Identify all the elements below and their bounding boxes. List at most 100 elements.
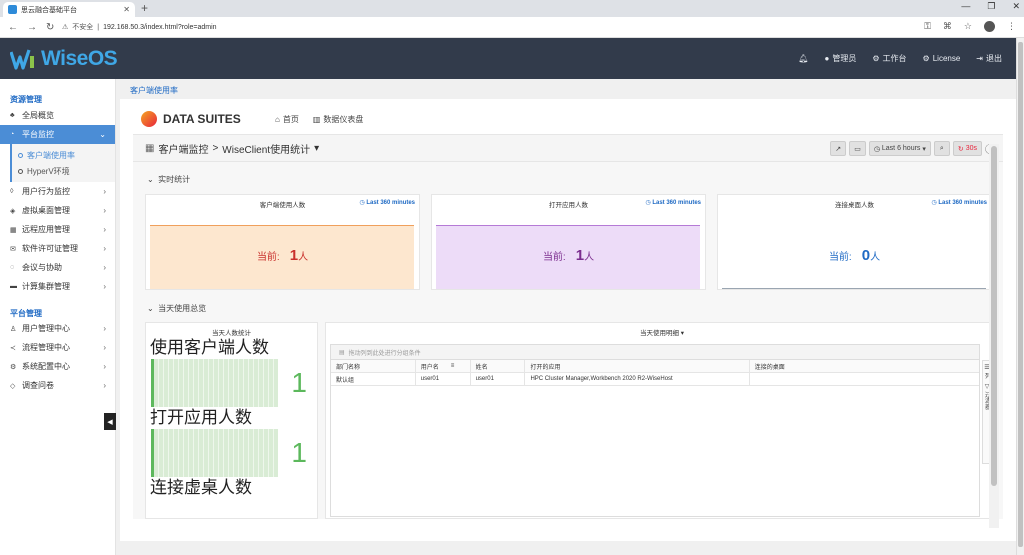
stat-panel-client-users: 客户端使用人数 ◷ Last 360 minutes 当前: 1人 [145, 194, 420, 290]
minimize-icon[interactable]: — [961, 1, 970, 12]
page-scrollbar-thumb[interactable] [1018, 42, 1023, 547]
table-cell [750, 373, 979, 385]
nav-home[interactable]: ⌂ 首页 [275, 114, 299, 125]
column-header[interactable]: 打开的应用 [525, 360, 750, 372]
stat-panel-app-users: 打开应用人数 ◷ Last 360 minutes 当前: 1人 [431, 194, 706, 290]
row-today[interactable]: ⌄ 当天使用总览 [147, 303, 206, 314]
menu-workbench[interactable]: ⚙ 工作台 [872, 53, 906, 64]
sidebar-item-license[interactable]: ✉ 软件许可证管理 › [0, 239, 115, 258]
new-tab-button[interactable]: + [141, 1, 148, 15]
today-counts-panel: 当天人数统计 使用客户端人数 1 打开应用人数 1 连接虚桌人数 [145, 322, 318, 519]
data-suites-logo-icon [141, 111, 157, 127]
chevron-right-icon: › [103, 362, 106, 371]
sidebar-sub-client-usage[interactable]: 客户端使用率 [12, 147, 115, 163]
stat-range[interactable]: ◷ Last 360 minutes [359, 199, 415, 206]
key-icon[interactable]: ⚿ [924, 21, 931, 32]
dashboard-scrollbar-thumb[interactable] [991, 146, 997, 486]
count-bar-client: 1 [151, 359, 317, 407]
sidebar-item-flow-center[interactable]: ≺ 流程管理中心 › [0, 338, 115, 357]
menu-admin[interactable]: ● 管理员 [825, 53, 857, 64]
restore-icon[interactable]: ❐ [987, 1, 995, 12]
collapse-sidebar-button[interactable]: ◀ [104, 413, 116, 430]
sidebar-item-user-center[interactable]: ♙ 用户管理中心 › [0, 319, 115, 338]
refresh-interval: 30s [965, 145, 977, 152]
logo[interactable]: WiseOS [0, 47, 118, 71]
column-header[interactable]: 用户名 ≡ [416, 360, 471, 372]
user-icon: ● [824, 54, 830, 63]
path-leaf[interactable]: WiseClient使用统计 [222, 141, 310, 156]
column-header[interactable]: 部门名称 [331, 360, 416, 372]
stat-current-label: 当前: [256, 252, 280, 263]
refresh-button[interactable]: ↻ 30s [952, 141, 982, 156]
page-scrollbar[interactable] [1016, 38, 1024, 555]
nav-dashboard[interactable]: ▥ 数据仪表盘 [313, 114, 364, 125]
bell-icon[interactable]: 🔔︎ [798, 54, 808, 63]
warning-icon: ⚠ [62, 24, 69, 31]
server-icon: ▬ [10, 283, 17, 290]
close-window-icon[interactable]: ✕ [1012, 1, 1020, 12]
stat-range[interactable]: ◷ Last 360 minutes [645, 199, 701, 206]
chevron-right-icon: › [103, 206, 106, 215]
sidebar-item-user-behavior[interactable]: ◊ 用户行为监控 › [0, 182, 115, 201]
stat-range-label: Last 360 minutes [366, 200, 415, 206]
reload-icon[interactable]: ↻ [46, 22, 54, 33]
time-range-picker[interactable]: ◷ Last 6 hours ▾ [868, 141, 931, 156]
main-panel: DATA SUITES ⌂ 首页 ▥ 数据仪表盘 ▦ 客户端监控 > WiseCli… [120, 99, 1016, 541]
menu-license[interactable]: ⚙ License [923, 54, 961, 63]
url-box[interactable]: ⚠ 不安全 | 192.168.50.3/index.html?role=adm… [62, 22, 217, 32]
gear-icon: ⚙ [10, 363, 17, 371]
group-drop-zone[interactable]: ▤ 拖动列到此处进行分组条件 [331, 345, 979, 360]
translate-icon[interactable]: ⌘ [943, 21, 952, 32]
star-icon[interactable]: ☆ [964, 21, 972, 32]
column-header[interactable]: 姓名 [471, 360, 526, 372]
chevron-right-icon: › [103, 343, 106, 352]
stat-range[interactable]: ◷ Last 360 minutes [931, 199, 987, 206]
profile-avatar[interactable] [984, 21, 995, 32]
stat-value: 当前: 0人 [718, 247, 991, 264]
share-button[interactable]: ↗ [830, 141, 847, 156]
circle-icon [18, 152, 23, 158]
window-controls: — ❐ ✕ [961, 1, 1020, 12]
close-tab-icon[interactable]: ✕ [123, 5, 130, 14]
detail-title[interactable]: 当天使用明细 ▾ [326, 323, 998, 339]
chat-icon: ◌ [10, 264, 15, 271]
sidebar-item-label: 远程应用管理 [22, 225, 70, 234]
path-root[interactable]: 客户端监控 [158, 141, 208, 156]
layers-icon: ◈ [10, 207, 16, 215]
dashboard-scrollbar[interactable] [989, 144, 999, 528]
table-cell: HPC Cluster Manager,Workbench 2020 R2-Wi… [525, 373, 750, 385]
menu-logout-label: 退出 [986, 54, 1002, 63]
sidebar-item-platform-monitor[interactable]: ◔ 平台监控 ⌄ [0, 125, 115, 144]
table-row[interactable]: 默认组 user01 user01 HPC Cluster Manager,Wo… [331, 373, 979, 386]
clock-icon: ◷ [873, 145, 882, 153]
sidebar-item-meeting[interactable]: ◌ 会议与协助 › [0, 258, 115, 277]
sidebar-item-config-center[interactable]: ⚙ 系统配置中心 › [0, 357, 115, 376]
table-cell: user01 [416, 373, 471, 385]
breadcrumb: 客户端使用率 [130, 86, 178, 95]
row-realtime[interactable]: ⌄ 实时统计 [147, 174, 190, 185]
caret-down-icon[interactable]: ▾ [314, 143, 319, 154]
chevron-right-icon: › [103, 324, 106, 333]
browser-tab[interactable]: 思云融合基础平台 ✕ [3, 2, 135, 17]
menu-logout[interactable]: ⇥ 退出 [976, 53, 1002, 64]
sidebar-item-survey[interactable]: ◇ 调查问卷 › [0, 376, 115, 395]
more-icon[interactable]: ⋮ [1007, 21, 1016, 32]
sidebar-item-label: 用户行为监控 [22, 187, 70, 196]
sidebar-item-overview[interactable]: ♣ 全局概览 [0, 106, 115, 125]
cogs-icon: ⚙ [872, 54, 880, 63]
back-icon[interactable]: ← [8, 22, 18, 33]
dashboard-header: DATA SUITES ⌂ 首页 ▥ 数据仪表盘 [133, 104, 1003, 134]
wiseos-logo-icon [10, 48, 34, 70]
menu-icon[interactable]: ≡ [451, 363, 455, 369]
forward-icon[interactable]: → [27, 22, 37, 33]
stat-unit: 人 [298, 252, 309, 263]
sidebar-sub-hyperv[interactable]: HyperV环境 [12, 163, 115, 179]
insecure-label: 不安全 [72, 24, 94, 31]
sidebar-item-vdesktop[interactable]: ◈ 虚拟桌面管理 › [0, 201, 115, 220]
column-header[interactable]: 连接的桌面 [750, 360, 979, 372]
zoom-out-button[interactable]: ⌕ [933, 141, 950, 156]
url-text[interactable]: 192.168.50.3/index.html?role=admin [103, 24, 216, 31]
sidebar-item-remote-app[interactable]: ▦ 远程应用管理 › [0, 220, 115, 239]
sidebar-item-cluster[interactable]: ▬ 计算集群管理 › [0, 277, 115, 296]
tv-mode-button[interactable]: ▭ [849, 141, 866, 156]
